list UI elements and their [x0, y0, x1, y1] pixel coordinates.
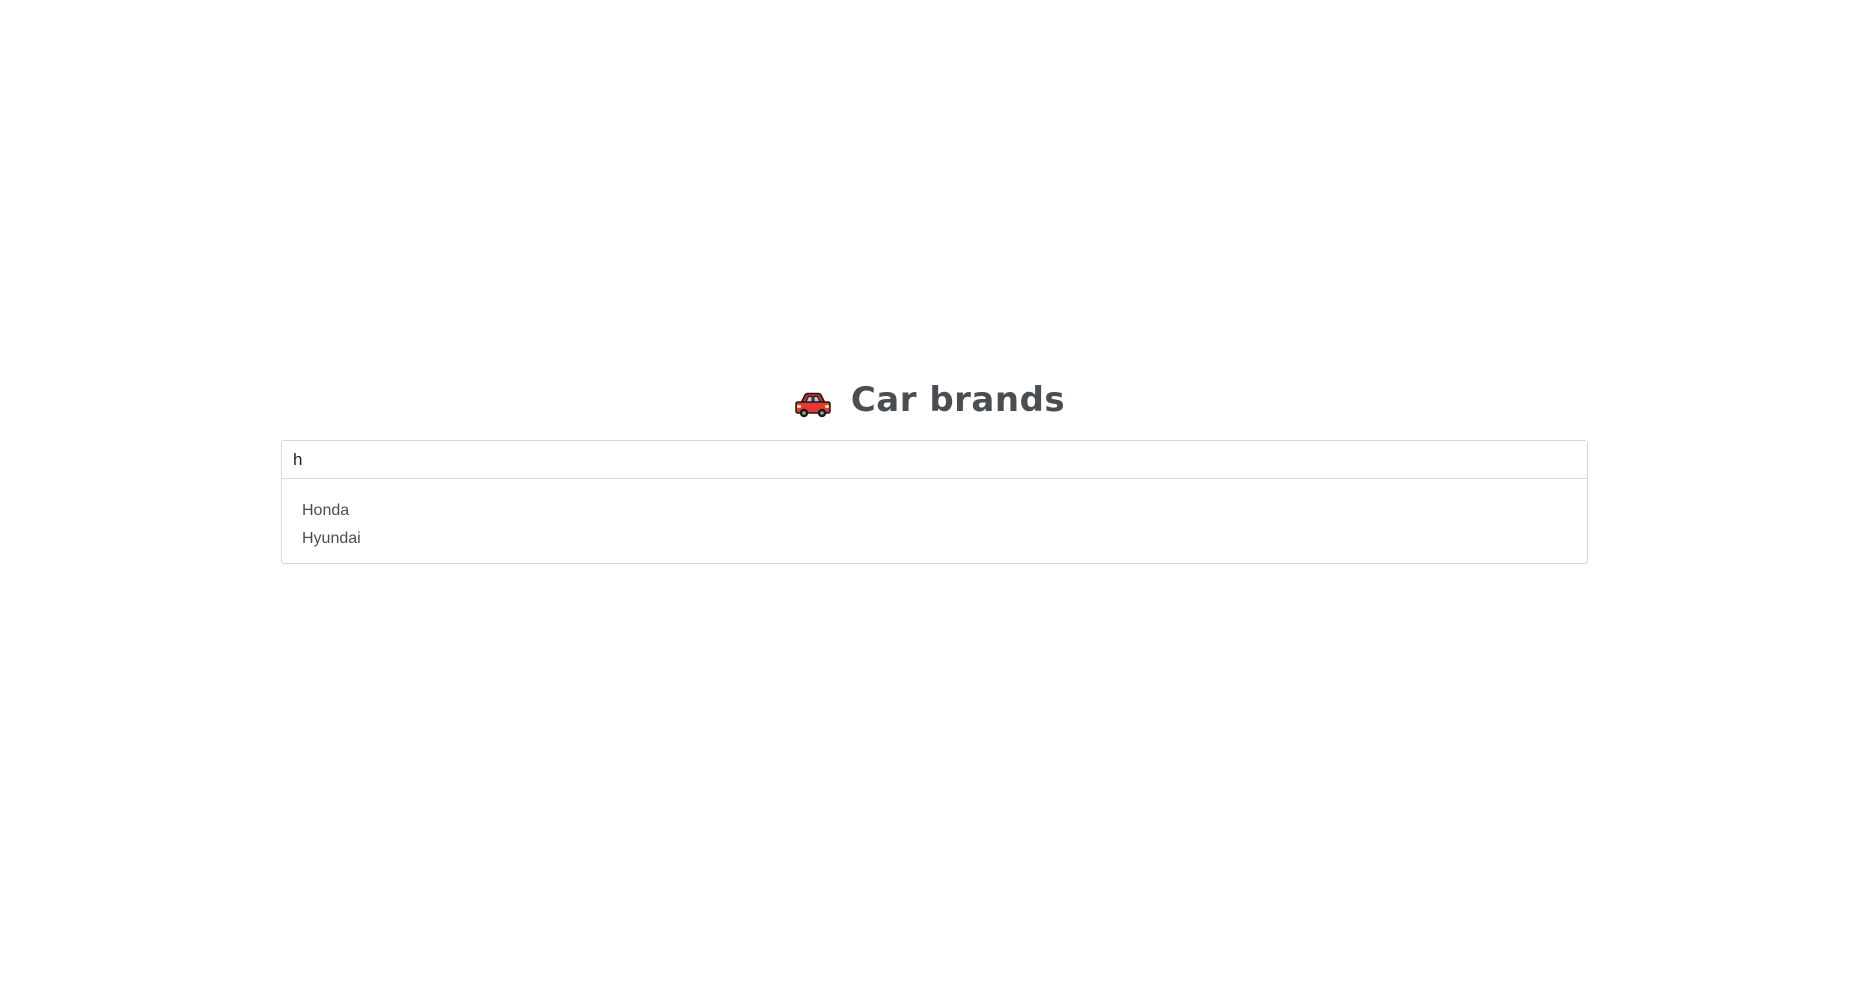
results-list: Honda Hyundai — [282, 479, 1587, 553]
search-input[interactable] — [282, 441, 1587, 479]
page-heading: Car brands — [0, 372, 1858, 428]
autocomplete-panel: Honda Hyundai — [281, 440, 1588, 564]
page: Car brands Honda Hyundai — [0, 0, 1858, 1006]
result-item-honda[interactable]: Honda — [302, 497, 1587, 525]
page-title: Car brands — [850, 380, 1066, 420]
car-icon — [793, 390, 833, 420]
result-item-hyundai[interactable]: Hyundai — [302, 525, 1587, 553]
